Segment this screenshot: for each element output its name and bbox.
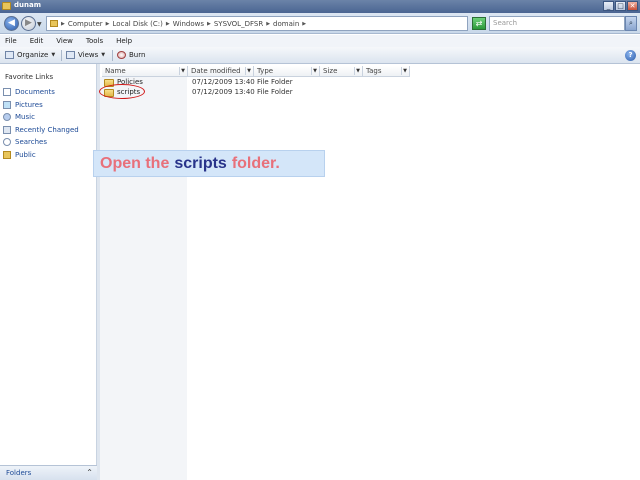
views-icon bbox=[66, 51, 75, 59]
chevron-down-icon[interactable]: ▼ bbox=[245, 67, 252, 75]
folders-label: Folders bbox=[6, 469, 32, 477]
menu-tools[interactable]: Tools bbox=[86, 37, 103, 45]
caption-text-start: Open the bbox=[100, 154, 170, 172]
column-header-tags[interactable]: Tags ▼ bbox=[363, 66, 410, 77]
favorite-links-list: Documents Pictures Music Recently Change… bbox=[3, 86, 79, 161]
breadcrumb-domain[interactable]: domain ▶ bbox=[273, 20, 306, 28]
menu-bar: File Edit View Tools Help bbox=[0, 35, 640, 47]
menu-help[interactable]: Help bbox=[116, 37, 132, 45]
folder-icon bbox=[50, 20, 58, 27]
music-icon bbox=[3, 113, 11, 122]
searches-icon bbox=[3, 138, 11, 147]
search-input[interactable]: Search bbox=[489, 16, 625, 31]
organize-icon bbox=[5, 51, 14, 59]
toolbar-divider bbox=[112, 50, 113, 61]
forward-button[interactable]: ▶ bbox=[21, 16, 36, 31]
views-button[interactable]: Views ▼ bbox=[66, 51, 105, 59]
address-bar[interactable]: ▶ Computer ▶ Local Disk (C:) ▶ Windows ▶ SY… bbox=[46, 16, 468, 31]
chevron-down-icon: ▼ bbox=[51, 52, 56, 58]
title-bar: dunam _ □ ✕ bbox=[0, 0, 640, 13]
recently-changed-icon bbox=[3, 125, 11, 134]
search-icon[interactable]: ⌕ bbox=[625, 16, 637, 31]
breadcrumb-sysvol[interactable]: SYSVOL_DFSR ▶ bbox=[214, 20, 270, 28]
breadcrumb-windows[interactable]: Windows ▶ bbox=[173, 20, 211, 28]
window-controls: _ □ ✕ bbox=[603, 1, 638, 11]
menu-file[interactable]: File bbox=[5, 37, 17, 45]
menu-edit[interactable]: Edit bbox=[30, 37, 44, 45]
nav-searches[interactable]: Searches bbox=[3, 136, 79, 149]
folder-icon bbox=[2, 2, 11, 10]
file-list: Name ▼ Date modified ▼ Type ▼ Size ▼ Tag… bbox=[100, 64, 640, 480]
navigation-pane: Favorite Links Documents Pictures Music … bbox=[0, 64, 97, 480]
nav-recently-changed[interactable]: Recently Changed bbox=[3, 124, 79, 137]
column-header-size[interactable]: Size ▼ bbox=[320, 66, 363, 77]
nav-documents[interactable]: Documents bbox=[3, 86, 79, 99]
help-icon[interactable]: ? bbox=[625, 50, 636, 61]
breadcrumb-separator[interactable]: ▶ bbox=[61, 21, 65, 27]
chevron-down-icon[interactable]: ▼ bbox=[179, 67, 186, 75]
burn-button[interactable]: Burn bbox=[117, 51, 145, 59]
nav-music[interactable]: Music bbox=[3, 111, 79, 124]
toolbar: Organize ▼ Views ▼ Burn ? bbox=[0, 47, 640, 64]
close-button[interactable]: ✕ bbox=[627, 1, 638, 11]
organize-button[interactable]: Organize ▼ bbox=[5, 51, 55, 59]
pictures-icon bbox=[3, 100, 11, 109]
public-folder-icon bbox=[3, 150, 11, 159]
breadcrumb-computer[interactable]: Computer ▶ bbox=[68, 20, 110, 28]
chevron-down-icon: ▼ bbox=[101, 52, 106, 58]
column-header-type[interactable]: Type ▼ bbox=[254, 66, 320, 77]
chevron-up-icon: ⌃ bbox=[86, 468, 93, 477]
window-title: dunam bbox=[14, 1, 41, 9]
caption-text-end: folder. bbox=[231, 154, 280, 172]
folders-toggle[interactable]: Folders ⌃ bbox=[0, 465, 97, 480]
maximize-button[interactable]: □ bbox=[615, 1, 626, 11]
caption-text-target: scripts bbox=[174, 154, 227, 172]
history-dropdown-icon[interactable]: ▼ bbox=[37, 21, 42, 28]
nav-pictures[interactable]: Pictures bbox=[3, 99, 79, 112]
toolbar-divider bbox=[61, 50, 62, 61]
nav-public[interactable]: Public bbox=[3, 149, 79, 162]
chevron-down-icon[interactable]: ▼ bbox=[354, 67, 361, 75]
chevron-down-icon[interactable]: ▼ bbox=[401, 67, 408, 75]
documents-icon bbox=[3, 88, 11, 97]
refresh-button[interactable]: ⇄ bbox=[472, 17, 486, 30]
menu-view[interactable]: View bbox=[56, 37, 73, 45]
tutorial-caption: Open the scripts folder. bbox=[93, 150, 325, 177]
address-row: ◀ ▶ ▼ ▶ Computer ▶ Local Disk (C:) ▶ Windo… bbox=[0, 13, 640, 34]
column-header-name[interactable]: Name ▼ bbox=[102, 66, 188, 77]
column-header-date-modified[interactable]: Date modified ▼ bbox=[188, 66, 254, 77]
breadcrumb-local-disk[interactable]: Local Disk (C:) ▶ bbox=[113, 20, 170, 28]
minimize-button[interactable]: _ bbox=[603, 1, 614, 11]
favorite-links-title: Favorite Links bbox=[5, 73, 54, 81]
chevron-down-icon[interactable]: ▼ bbox=[311, 67, 318, 75]
highlight-ring bbox=[99, 84, 145, 99]
burn-disc-icon bbox=[117, 51, 126, 59]
back-button[interactable]: ◀ bbox=[4, 16, 19, 31]
sorted-column-shade bbox=[100, 77, 187, 480]
